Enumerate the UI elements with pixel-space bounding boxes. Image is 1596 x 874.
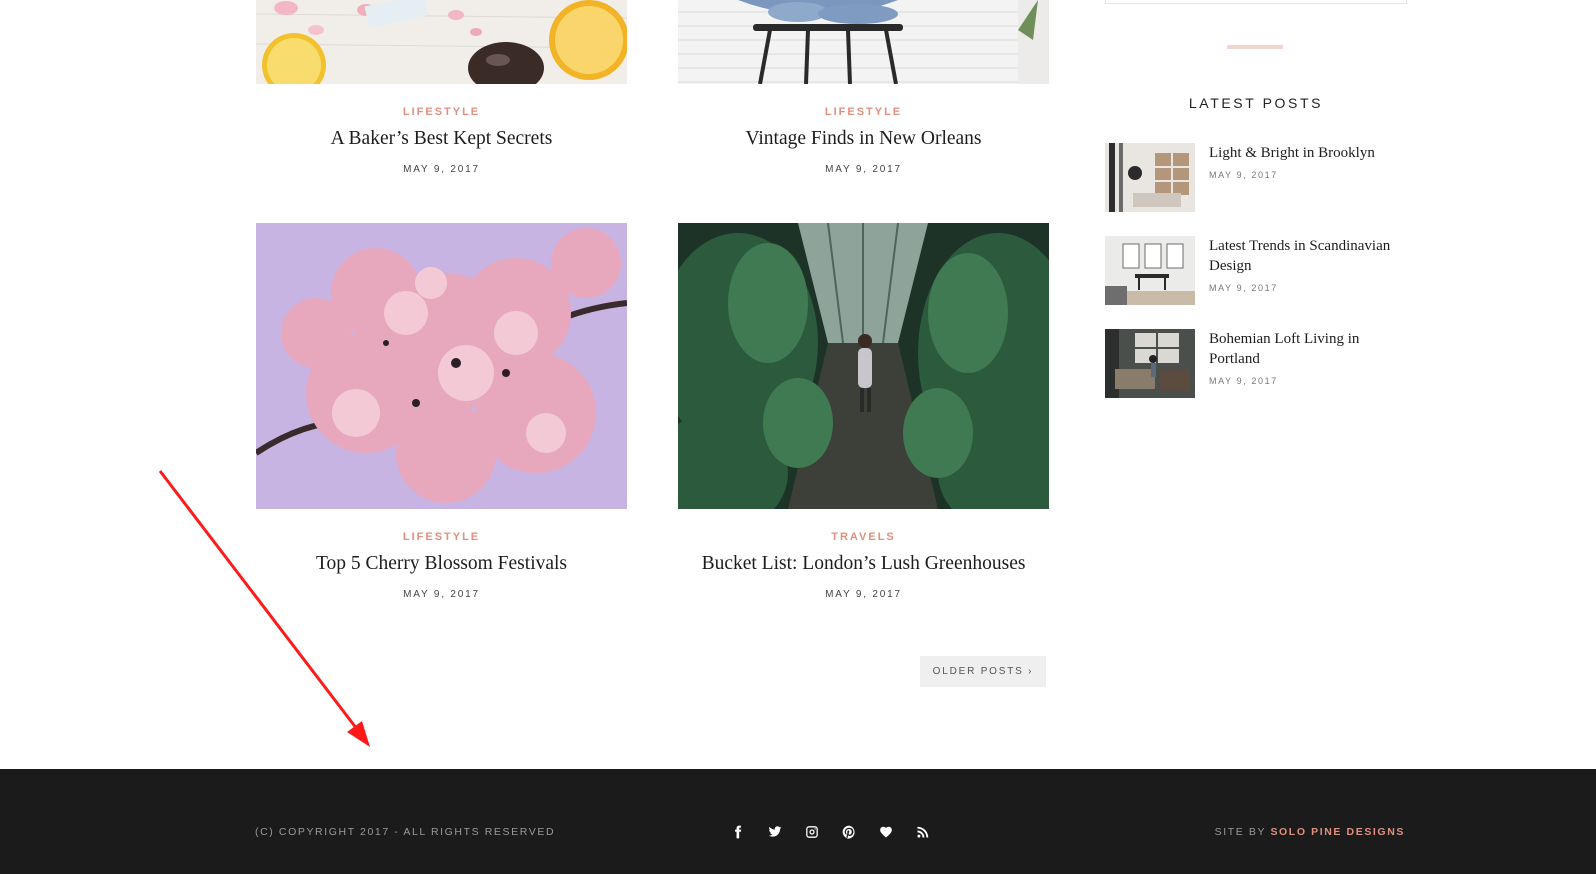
post-category[interactable]: TRAVELS [678, 531, 1049, 543]
post-title[interactable]: Vintage Finds in New Orleans [678, 128, 1049, 150]
interior-photo [1105, 236, 1195, 305]
bloglovin-heart-icon[interactable] [875, 822, 912, 842]
annotation-arrow-icon [158, 470, 370, 747]
sidebar-post[interactable]: Bohemian Loft Living in Portland MAY 9, … [1105, 329, 1407, 399]
sidebar-post-title[interactable]: Light & Bright in Brooklyn [1209, 143, 1407, 163]
sidebar-post-date: MAY 9, 2017 [1209, 376, 1278, 386]
sidebar-post-thumbnail[interactable] [1105, 236, 1195, 305]
post-image-vintage-finds[interactable] [678, 0, 1049, 84]
post-date: MAY 9, 2017 [825, 164, 902, 175]
sidebar-post-thumbnail[interactable] [1105, 329, 1195, 398]
post-date: MAY 9, 2017 [825, 589, 902, 600]
sidebar-post[interactable]: Latest Trends in Scandinavian Design MAY… [1105, 236, 1407, 306]
twitter-icon[interactable] [764, 822, 801, 842]
interior-photo [1105, 329, 1195, 398]
sidebar-search-box[interactable] [1105, 0, 1407, 4]
sidebar-post-thumbnail[interactable] [1105, 143, 1195, 212]
site-credit: SITE BY SOLO PINE DESIGNS [1215, 826, 1405, 838]
latest-posts-heading: LATEST POSTS [1188, 95, 1324, 111]
post-date: MAY 9, 2017 [403, 164, 480, 175]
post-title[interactable]: A Baker’s Best Kept Secrets [256, 128, 627, 150]
post-category[interactable]: LIFESTYLE [678, 106, 1049, 118]
older-posts-button[interactable]: OLDER POSTS › [920, 656, 1046, 687]
post-title[interactable]: Bucket List: London’s Lush Greenhouses [678, 553, 1049, 575]
food-photo [256, 0, 627, 84]
facebook-icon[interactable] [727, 822, 764, 842]
pinterest-icon[interactable] [838, 822, 875, 842]
post-image-greenhouse[interactable] [678, 223, 1049, 509]
site-credit-link[interactable]: SOLO PINE DESIGNS [1270, 826, 1405, 838]
sidebar-divider [1227, 45, 1283, 49]
interior-photo [1105, 143, 1195, 212]
copyright-text: (C) COPYRIGHT 2017 - ALL RIGHTS RESERVED [255, 826, 556, 838]
sidebar-post[interactable]: Light & Bright in Brooklyn MAY 9, 2017 [1105, 143, 1407, 213]
rss-icon[interactable] [912, 822, 949, 842]
greenhouse-photo [678, 223, 1049, 509]
social-links [727, 822, 949, 842]
sidebar-post-date: MAY 9, 2017 [1209, 170, 1278, 180]
sidebar-post-date: MAY 9, 2017 [1209, 283, 1278, 293]
post-category[interactable]: LIFESTYLE [256, 106, 627, 118]
stool-photo [678, 0, 1049, 84]
sidebar-post-title[interactable]: Bohemian Loft Living in Portland [1209, 329, 1407, 369]
site-credit-prefix: SITE BY [1214, 826, 1271, 838]
post-image-bakers-secrets[interactable] [256, 0, 627, 84]
sidebar-post-title[interactable]: Latest Trends in Scandinavian Design [1209, 236, 1407, 276]
site-footer: (C) COPYRIGHT 2017 - ALL RIGHTS RESERVED… [0, 769, 1596, 874]
instagram-icon[interactable] [801, 822, 838, 842]
